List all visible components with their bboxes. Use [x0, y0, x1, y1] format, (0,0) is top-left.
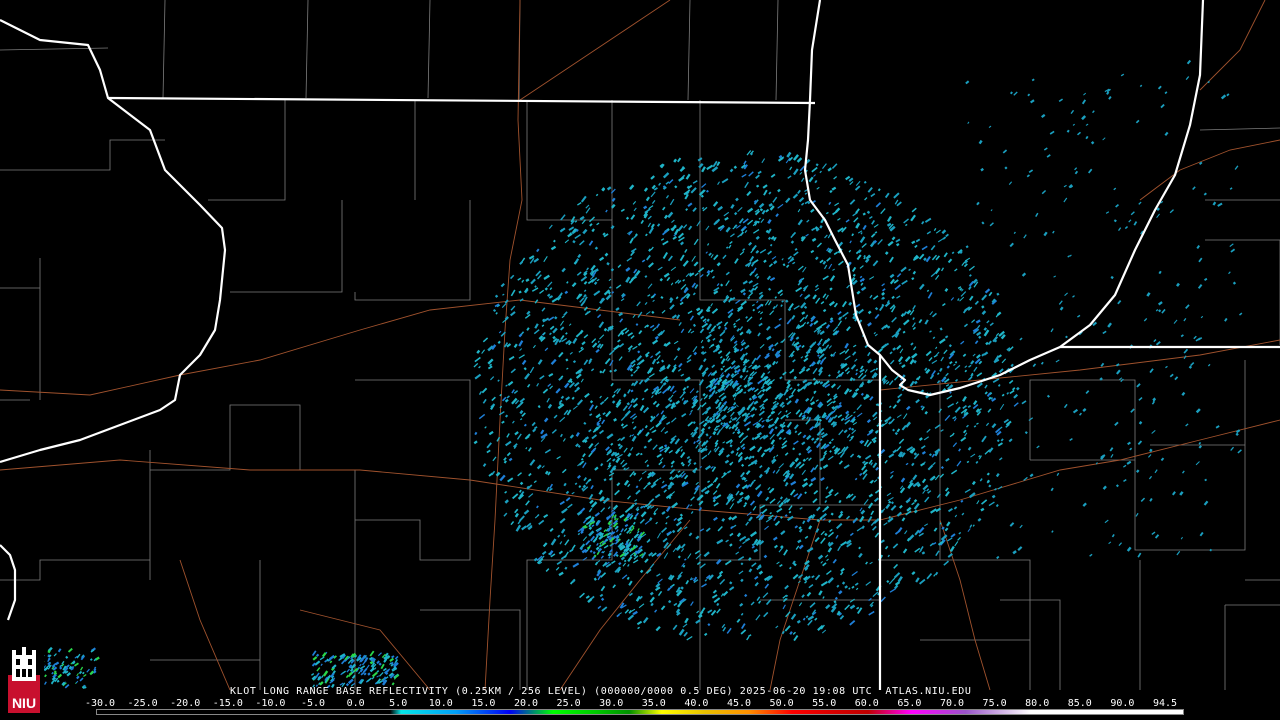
scale-label: -5.0 [300, 698, 326, 709]
color-scale-bar [96, 709, 1184, 715]
scale-label: 45.0 [726, 698, 752, 709]
scale-label: -25.0 [127, 698, 158, 709]
scale-label: -15.0 [212, 698, 243, 709]
scale-label: 5.0 [389, 698, 408, 709]
product-caption: KLOT LONG RANGE BASE REFLECTIVITY (0.25K… [230, 686, 972, 697]
radar-map [0, 0, 1280, 720]
scale-label: 94.5 [1152, 698, 1178, 709]
scale-label: 85.0 [1067, 698, 1092, 709]
scale-label: 25.0 [556, 698, 581, 709]
scale-label: -20.0 [170, 698, 201, 709]
scale-label: 55.0 [812, 698, 837, 709]
scale-label: -10.0 [255, 698, 286, 709]
scale-label: 30.0 [599, 698, 624, 709]
scale-label: 0.0 [346, 698, 365, 709]
scale-label: 90.0 [1110, 698, 1135, 709]
scale-label: 80.0 [1025, 698, 1050, 709]
scale-label: 10.0 [428, 698, 453, 709]
logo-text: NIU [12, 695, 36, 711]
scale-label: 70.0 [939, 698, 965, 709]
scale-label: 15.0 [471, 698, 496, 709]
scale-label: 60.0 [854, 698, 879, 709]
scale-label: 20.0 [513, 698, 539, 709]
color-scale-labels: -30.0 -25.0 -20.0 -15.0 -10.0 -5.0 0.0 5.0 10.0 1… [85, 698, 1202, 709]
radar-site [735, 393, 749, 407]
scale-label: 40.0 [684, 698, 709, 709]
scale-label: 50.0 [769, 698, 794, 709]
scale-label: -30.0 [84, 698, 116, 709]
scale-label: 65.0 [897, 698, 922, 709]
scale-label: 35.0 [641, 698, 666, 709]
niu-logo: NIU [4, 645, 44, 715]
scale-label: 75.0 [982, 698, 1007, 709]
